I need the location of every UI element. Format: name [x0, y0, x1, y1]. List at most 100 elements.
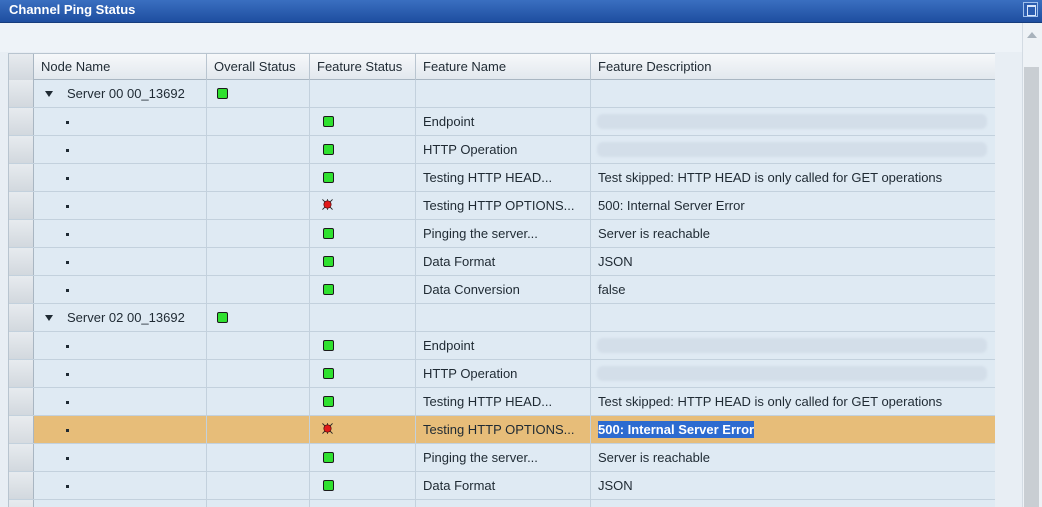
column-header-node-name[interactable]: Node Name	[34, 54, 207, 80]
row-selector[interactable]	[9, 360, 34, 387]
overall-status-cell	[207, 136, 310, 163]
status-ok-icon	[323, 172, 334, 183]
table-row[interactable]: Testing HTTP OPTIONS... 500: Internal Ser…	[9, 192, 995, 220]
table-row[interactable]: Endpoint	[9, 108, 995, 136]
table-row[interactable]: Data Conversionfalse	[9, 276, 995, 304]
feature-name-cell	[416, 80, 591, 107]
group-row[interactable]: Server 02 00_13692	[9, 304, 995, 332]
feature-status-cell	[310, 248, 416, 275]
feature-description-cell	[591, 108, 995, 135]
node-name-cell	[34, 220, 207, 247]
feature-description-cell	[591, 136, 995, 163]
table-row[interactable]: Data Format JSON	[9, 248, 995, 276]
column-header-feature-description[interactable]: Feature Description	[591, 54, 995, 80]
leaf-bullet-icon	[66, 205, 69, 209]
leaf-bullet-icon	[66, 457, 69, 461]
vertical-scrollbar[interactable]	[1022, 23, 1042, 507]
table-row[interactable]: Data Format JSON	[9, 472, 995, 500]
leaf-bullet-icon	[66, 149, 69, 153]
feature-name-cell: Data Format	[416, 472, 591, 499]
overall-status-cell	[207, 192, 310, 219]
node-name-cell	[34, 192, 207, 219]
row-selector[interactable]	[9, 80, 34, 107]
status-ok-icon	[217, 88, 228, 99]
row-selector[interactable]	[9, 388, 34, 415]
row-selector[interactable]	[9, 248, 34, 275]
row-selector[interactable]	[9, 416, 34, 443]
collapse-arrow-icon[interactable]	[45, 91, 53, 97]
feature-description: Server is reachable	[598, 450, 710, 465]
row-selector[interactable]	[9, 164, 34, 191]
table-row[interactable]: Pinging the server... Server is reachable	[9, 220, 995, 248]
overall-status-cell	[207, 444, 310, 471]
row-selector[interactable]	[9, 192, 34, 219]
feature-name: Testing HTTP HEAD...	[423, 394, 553, 409]
column-header-overall-status[interactable]: Overall Status	[207, 54, 310, 80]
feature-name-cell: Endpoint	[416, 108, 591, 135]
group-row[interactable]: Server 00 00_13692	[9, 80, 995, 108]
row-selector[interactable]	[9, 332, 34, 359]
row-selector[interactable]	[9, 304, 34, 331]
leaf-bullet-icon	[66, 373, 69, 377]
feature-status-cell	[310, 500, 416, 507]
row-selector[interactable]	[9, 276, 34, 303]
feature-name: Testing HTTP HEAD...	[423, 170, 553, 185]
table-row[interactable]: HTTP Operation	[9, 360, 995, 388]
feature-description: Test skipped: HTTP HEAD is only called f…	[598, 170, 943, 185]
table-row[interactable]: Data Conversionfalse	[9, 500, 995, 507]
toolbar-strip	[0, 23, 1042, 52]
feature-description-cell	[591, 332, 995, 359]
maximize-icon[interactable]	[1023, 2, 1038, 17]
feature-name-cell: Pinging the server...	[416, 444, 591, 471]
feature-description: 500: Internal Server Error	[598, 198, 745, 213]
feature-name-cell: Pinging the server...	[416, 220, 591, 247]
table-row[interactable]: Testing HTTP OPTIONS... 500: Internal Ser…	[9, 416, 995, 444]
feature-status-cell	[310, 220, 416, 247]
leaf-bullet-icon	[66, 485, 69, 489]
feature-name: Data Conversion	[423, 282, 520, 297]
table-row[interactable]: Pinging the server... Server is reachable	[9, 444, 995, 472]
table-row[interactable]: Testing HTTP HEAD... Test skipped: HTTP H…	[9, 164, 995, 192]
row-selector[interactable]	[9, 500, 34, 507]
feature-status-cell	[310, 444, 416, 471]
row-selector[interactable]	[9, 472, 34, 499]
feature-name-cell	[416, 304, 591, 331]
feature-status-cell	[310, 108, 416, 135]
status-ok-icon	[323, 116, 334, 127]
feature-name: Testing HTTP OPTIONS...	[423, 198, 575, 213]
table-row[interactable]: HTTP Operation	[9, 136, 995, 164]
status-ok-icon	[323, 396, 334, 407]
feature-description-cell: 500: Internal Server Error	[591, 192, 995, 219]
table-header: Node Name Overall Status Feature Status …	[9, 53, 995, 80]
feature-name-cell: Testing HTTP HEAD...	[416, 164, 591, 191]
table-row[interactable]: Endpoint	[9, 332, 995, 360]
scrollbar-thumb[interactable]	[1024, 67, 1039, 507]
feature-name: Data Format	[423, 478, 496, 493]
column-header-feature-name[interactable]: Feature Name	[416, 54, 591, 80]
leaf-bullet-icon	[66, 233, 69, 237]
table-row[interactable]: Testing HTTP HEAD... Test skipped: HTTP H…	[9, 388, 995, 416]
leaf-bullet-icon	[66, 401, 69, 405]
column-header-feature-status[interactable]: Feature Status	[310, 54, 416, 80]
feature-description-cell: Server is reachable	[591, 220, 995, 247]
row-selector[interactable]	[9, 220, 34, 247]
row-selector[interactable]	[9, 108, 34, 135]
scroll-up-icon[interactable]	[1027, 32, 1037, 38]
row-selector[interactable]	[9, 136, 34, 163]
node-name-cell: Server 02 00_13692	[34, 304, 207, 331]
overall-status-cell	[207, 220, 310, 247]
status-ok-icon	[217, 312, 228, 323]
feature-status-cell	[310, 136, 416, 163]
feature-status-cell	[310, 360, 416, 387]
node-name-cell	[34, 108, 207, 135]
row-selector[interactable]	[9, 444, 34, 471]
status-ok-icon	[323, 228, 334, 239]
feature-name: HTTP Operation	[423, 142, 518, 157]
overall-status-cell	[207, 416, 310, 443]
collapse-arrow-icon[interactable]	[45, 315, 53, 321]
select-all-header[interactable]	[9, 54, 34, 80]
overall-status-cell	[207, 108, 310, 135]
leaf-bullet-icon	[66, 345, 69, 349]
node-name-cell	[34, 388, 207, 415]
feature-name-cell: Testing HTTP OPTIONS...	[416, 416, 591, 443]
